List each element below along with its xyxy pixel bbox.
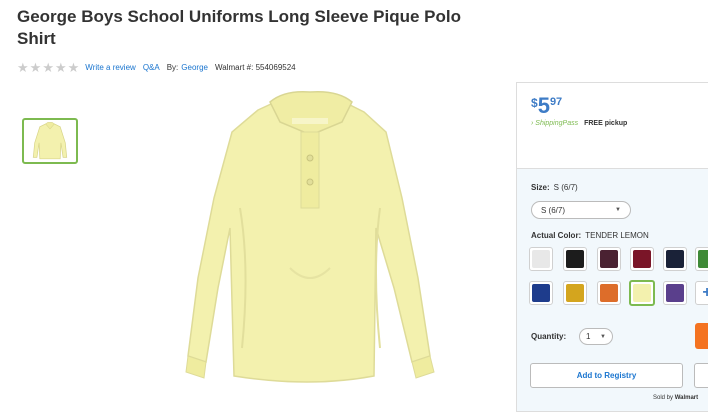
swatch-gold[interactable] [563,281,587,305]
add-to-registry-button[interactable]: Add to Registry [530,363,683,388]
chevron-down-icon: ▼ [600,333,606,340]
size-label: Size: S (6/7) [531,183,578,192]
color-label: Actual Color: TENDER LEMON [531,231,649,240]
quantity-label: Quantity: [531,332,567,341]
size-select[interactable]: S (6/7) ▼ [531,201,631,219]
buy-box: $597 › ShippingPass FREE pickup Size: S (… [516,82,708,412]
swatch-tender-lemon[interactable] [629,280,655,306]
star-icon: ★ [54,60,67,75]
star-icon: ★ [42,60,54,75]
add-to-list-button[interactable] [694,363,708,388]
swatch-navy[interactable] [663,247,687,271]
swatch-white[interactable] [529,247,553,271]
walmart-number-label: Walmart #: 554069524 [214,63,296,72]
write-review-link[interactable]: Write a review [85,63,136,72]
brand-link[interactable]: George [181,63,208,72]
swatch-black[interactable] [563,247,587,271]
product-thumbnail[interactable] [22,118,78,164]
swatch-green[interactable] [695,247,708,271]
shipping-info: › ShippingPass FREE pickup [531,120,627,127]
star-icon: ★ [17,60,29,75]
star-icon: ★ [67,60,80,75]
walmart-number: 554069524 [255,63,296,72]
price: $597 [531,93,563,118]
rating-stars[interactable]: ★ ★ ★ ★ ★ [17,61,79,74]
chevron-down-icon: ▼ [615,207,621,213]
add-to-cart-button[interactable] [695,323,708,349]
product-image [185,90,435,383]
free-pickup-text: FREE pickup [584,120,628,127]
star-icon: ★ [29,60,42,75]
product-meta: ★ ★ ★ ★ ★ Write a review Q&A By: George … [17,61,296,74]
shipping-pass-badge: › ShippingPass [531,120,579,127]
swatch-orange[interactable] [597,281,621,305]
sold-by: Sold by Walmart [653,395,699,401]
product-title: George Boys School Uniforms Long Sleeve … [17,7,461,48]
quantity-select[interactable]: 1 ▼ [579,328,613,345]
swatch-royal-blue[interactable] [529,281,553,305]
by-label: By: [166,63,179,72]
swatch-red-wine[interactable] [630,247,654,271]
shirt-thumbnail-image [32,122,68,160]
qa-link[interactable]: Q&A [143,63,160,72]
swatch-purple[interactable] [663,281,687,305]
swatch-burgundy[interactable] [597,247,621,271]
more-colors-plus-icon[interactable]: + [695,281,708,305]
